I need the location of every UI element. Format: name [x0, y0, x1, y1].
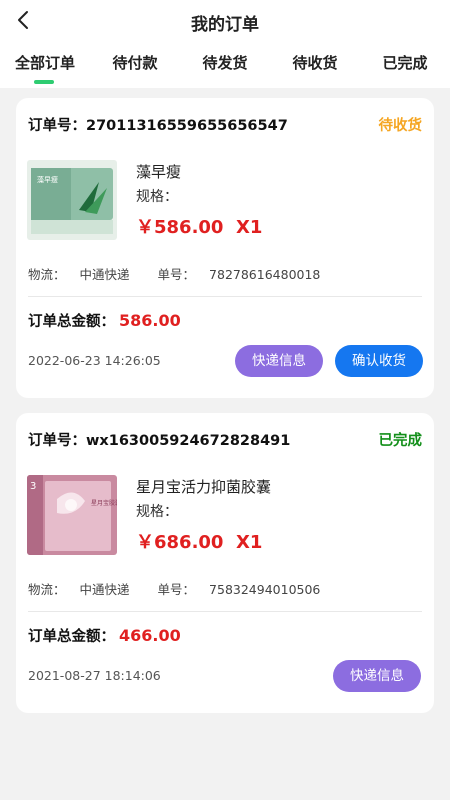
express-info-button[interactable]: 快递信息: [235, 345, 323, 377]
product-spec: 规格：: [136, 189, 178, 205]
order-card[interactable]: 订单号：wx163005924672828491 已完成 3 星月宝胶囊·三盒 …: [16, 413, 434, 713]
active-tab-indicator: [34, 80, 54, 84]
product-name: 藻早瘦: [136, 163, 182, 181]
order-number: 订单号：27011316559655656547: [28, 118, 288, 134]
order-total: 订单总金额： 466.00: [28, 626, 181, 645]
logistics-info: 物流： 中通快递 单号： 75832494010506: [28, 582, 321, 597]
top-bar: 我的订单 全部订单 待付款 待发货 待收货 已完成: [0, 0, 450, 88]
order-number: 订单号：wx163005924672828491: [28, 433, 291, 449]
product-thumbnail[interactable]: 3 星月宝胶囊·三盒: [27, 475, 117, 555]
tab-pending-receipt[interactable]: 待收货: [280, 52, 350, 86]
thumb-brand-text: 藻早瘦: [37, 175, 58, 184]
svg-text:3: 3: [30, 481, 36, 492]
order-total: 订单总金额： 586.00: [28, 311, 181, 330]
tab-pending-shipment[interactable]: 待发货: [190, 52, 260, 86]
logistics-info: 物流： 中通快递 单号： 78278616480018: [28, 267, 321, 282]
tab-pending-payment[interactable]: 待付款: [100, 52, 170, 86]
divider: [28, 296, 422, 297]
tab-completed[interactable]: 已完成: [370, 52, 440, 86]
order-card[interactable]: 订单号：27011316559655656547 待收货 藻早瘦 藻早瘦 规格：…: [16, 98, 434, 398]
product-price: ￥586.00 X1: [136, 217, 263, 238]
page-title: 我的订单: [191, 15, 259, 35]
thumb-brand-text: 星月宝胶囊·三盒: [91, 499, 117, 507]
product-spec: 规格：: [136, 504, 178, 520]
product-thumbnail[interactable]: 藻早瘦: [27, 160, 117, 240]
product-price: ￥686.00 X1: [136, 532, 263, 553]
order-tabs: 全部订单 待付款 待发货 待收货 已完成: [0, 52, 450, 86]
divider: [28, 611, 422, 612]
express-info-button[interactable]: 快递信息: [333, 660, 421, 692]
confirm-receipt-button[interactable]: 确认收货: [335, 345, 423, 377]
product-name: 星月宝活力抑菌胶囊: [136, 478, 272, 496]
order-date: 2021-08-27 18:14:06: [28, 668, 161, 683]
order-status: 待收货: [378, 118, 423, 134]
order-date: 2022-06-23 14:26:05: [28, 353, 161, 368]
order-status: 已完成: [378, 433, 423, 449]
